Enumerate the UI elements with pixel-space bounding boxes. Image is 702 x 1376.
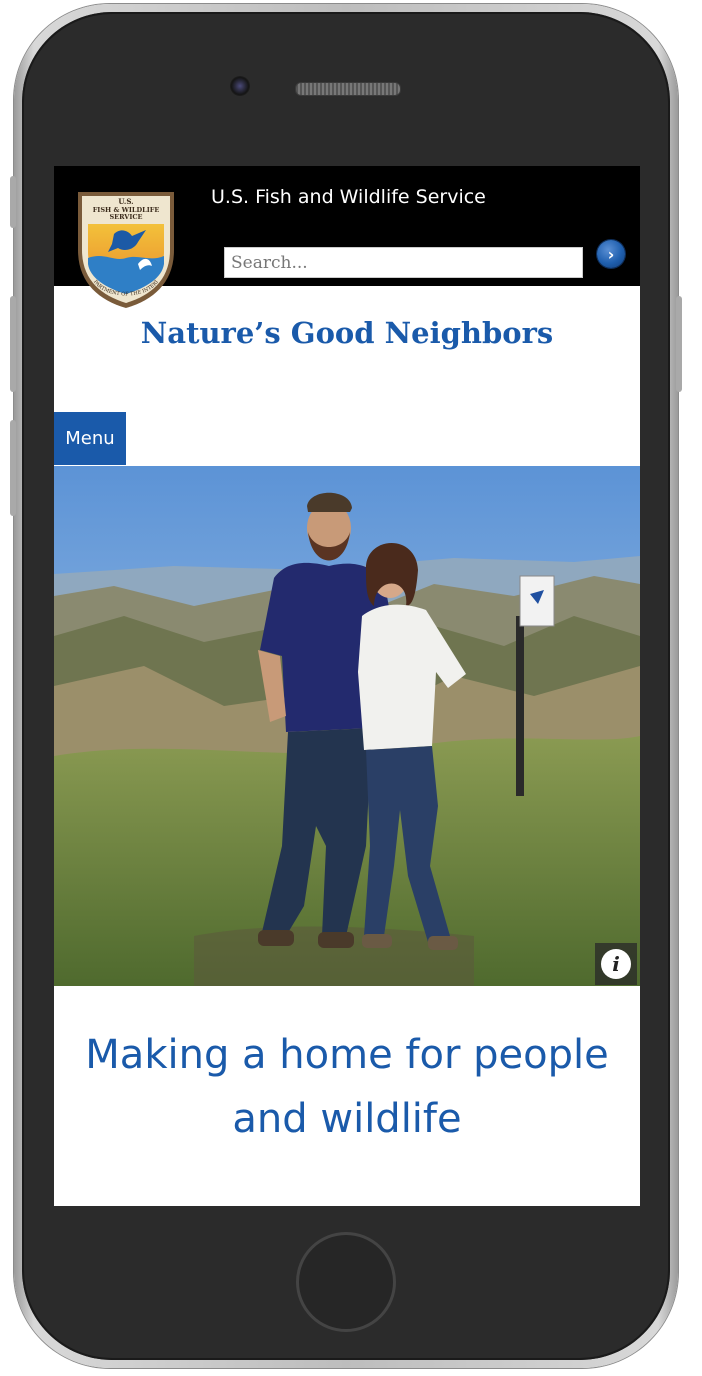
home-button[interactable]: [296, 1232, 396, 1332]
menu-button[interactable]: Menu: [54, 412, 126, 465]
info-icon: i: [601, 949, 631, 979]
section-title: Nature’s Good Neighbors: [140, 316, 554, 350]
site-title[interactable]: U.S. Fish and Wildlife Service: [211, 186, 486, 208]
image-info-button[interactable]: i: [595, 943, 637, 985]
chevron-right-icon: ›: [607, 244, 615, 264]
front-camera: [230, 76, 250, 96]
phone-screen: U.S. FISH & WILDLIFE SERVICE DEPARTMENT …: [54, 166, 640, 1206]
svg-text:U.S.: U.S.: [118, 197, 133, 206]
site-header: U.S. FISH & WILDLIFE SERVICE DEPARTMENT …: [54, 166, 640, 308]
silent-switch: [10, 176, 16, 228]
power-button: [676, 296, 682, 392]
search-button[interactable]: ›: [597, 240, 625, 268]
volume-up-button: [10, 296, 16, 392]
earpiece-speaker: [295, 82, 401, 96]
hero-image: [54, 466, 640, 986]
svg-text:SERVICE: SERVICE: [109, 213, 142, 221]
volume-down-button: [10, 420, 16, 516]
usfws-logo[interactable]: U.S. FISH & WILDLIFE SERVICE DEPARTMENT …: [74, 186, 178, 310]
search-input[interactable]: [224, 247, 583, 278]
hero-headline: Making a home for people and wildlife: [85, 1032, 609, 1142]
